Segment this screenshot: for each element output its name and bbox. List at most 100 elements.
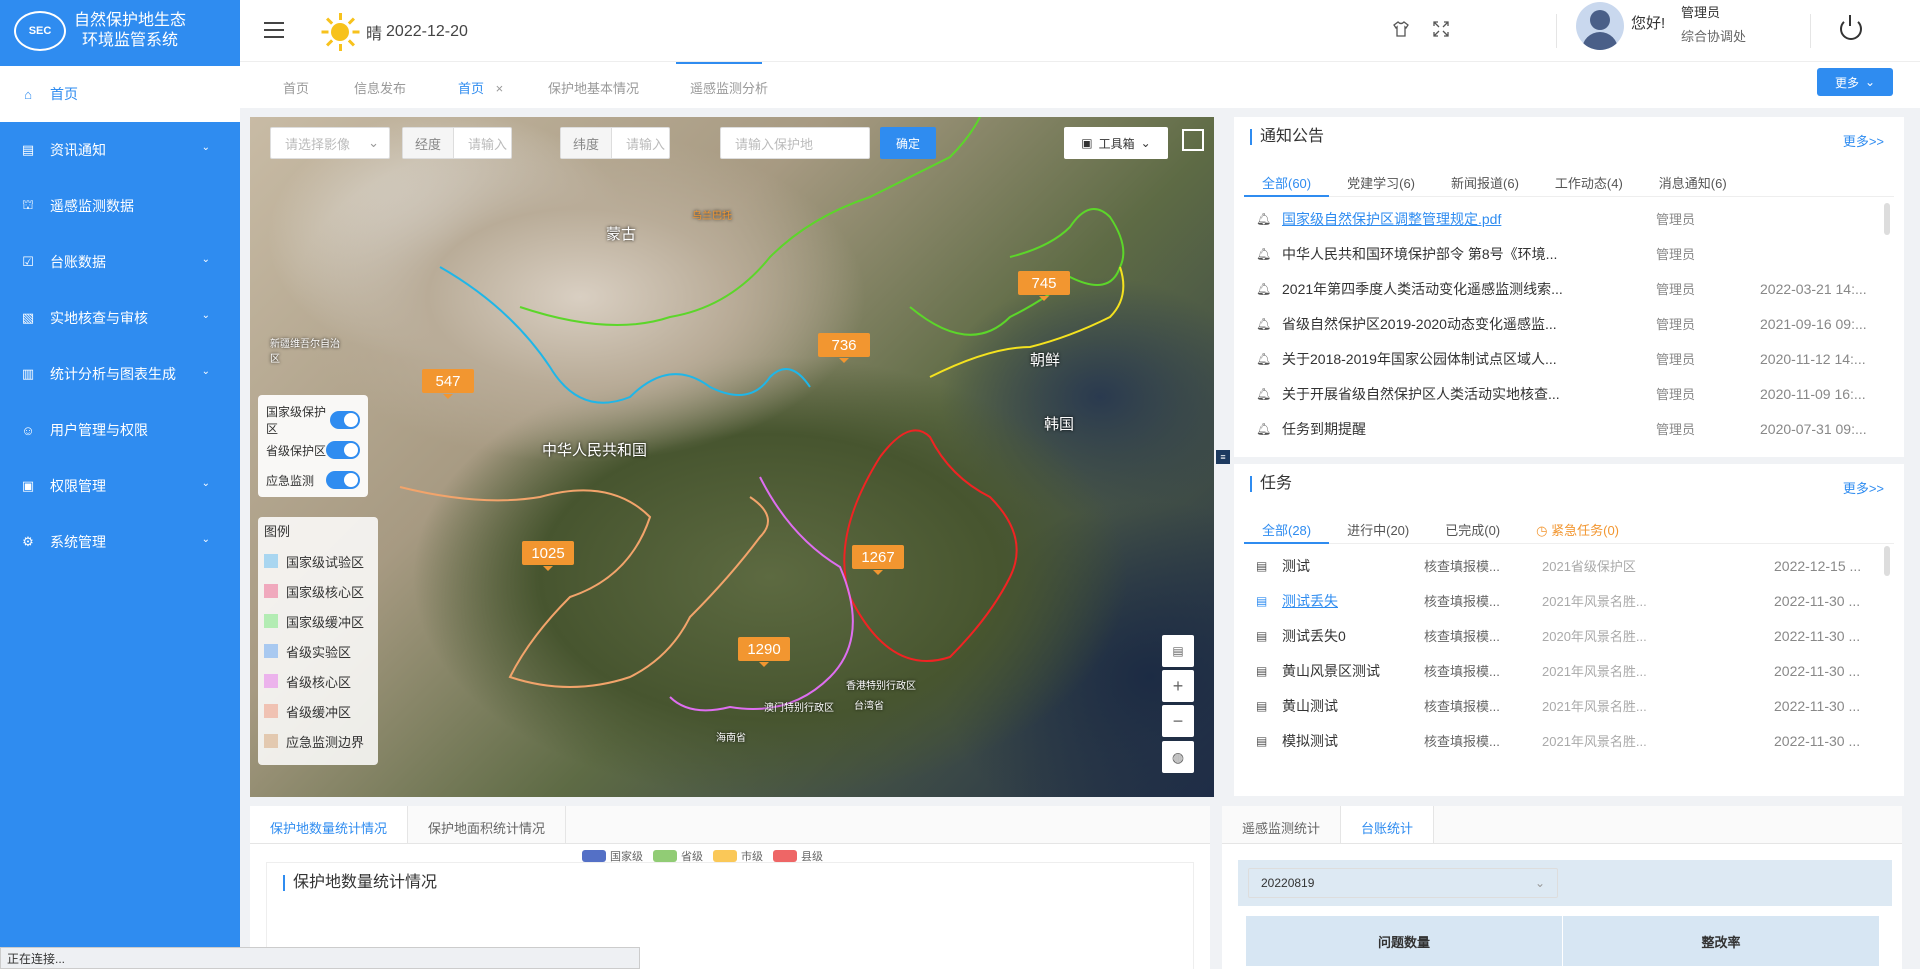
notice-row[interactable]: 🔔︎ 关于开展省级自然保护区人类活动实地核查... 管理员 2020-11-09…: [1244, 376, 1874, 411]
briefcase-icon: ▣: [1081, 136, 1093, 150]
subtab[interactable]: 工作动态(4): [1537, 163, 1641, 196]
sidebar-item[interactable]: ▤ 资讯通知 ⌄: [0, 122, 240, 178]
subtab[interactable]: ◷ 紧急任务(0): [1518, 510, 1637, 543]
task-row[interactable]: ▤ 模拟测试 核查填报模... 2021年风景名胜... 2022-11-30 …: [1244, 723, 1874, 758]
avatar[interactable]: [1576, 2, 1624, 50]
task-panel: 任务 更多>> 全部(28) 进行中(20) 已完成(0) ◷ 紧急任务(0) ▤ 测…: [1234, 464, 1904, 796]
chart-legend-item[interactable]: 县级: [773, 848, 823, 864]
task-more-link[interactable]: 更多>>: [1843, 478, 1884, 497]
chart-legend-item[interactable]: 市级: [713, 848, 763, 864]
notice-title-text[interactable]: 关于开展省级自然保护区人类活动实地核查...: [1282, 384, 1560, 404]
map-view[interactable]: 请选择影像 ⌄ 经度 请输入 纬度 请输入 请输入保护地 确定 ▣ 工具箱 ⌄ 蒙古 乌兰…: [250, 117, 1214, 797]
tab-protected-area-info[interactable]: 保护地基本情况: [548, 78, 639, 97]
toolbox-dropdown[interactable]: ▣ 工具箱 ⌄: [1064, 127, 1168, 159]
subtab[interactable]: 已完成(0): [1427, 510, 1518, 543]
longitude-input[interactable]: 经度 请输入: [402, 127, 512, 159]
notice-row[interactable]: 🔔︎ 任务到期提醒 管理员 2020-07-31 09:...: [1244, 411, 1874, 446]
cluster-marker[interactable]: 1025: [522, 541, 574, 571]
tab-area-size-stats[interactable]: 保护地面积统计情况: [408, 806, 567, 843]
tab-remote-sensing-analysis[interactable]: 遥感监测分析: [690, 78, 768, 97]
skin-icon[interactable]: [1392, 20, 1410, 43]
zoom-in-icon[interactable]: +: [1162, 670, 1194, 702]
map-layers-icon[interactable]: ▤: [1162, 635, 1194, 667]
task-row[interactable]: ▤ 测试 核查填报模... 2021省级保护区 2022-12-15 ...: [1244, 548, 1874, 583]
task-name[interactable]: 测试丢失0: [1282, 626, 1346, 646]
tab-ledger-stats[interactable]: 台账统计: [1341, 806, 1435, 843]
tab-home-active[interactable]: 首页 ×: [458, 78, 503, 97]
image-select[interactable]: 请选择影像 ⌄: [270, 127, 390, 159]
bell-icon: 🔔︎: [1256, 351, 1272, 366]
chart-legend: 国家级 省级 市级 县级: [582, 848, 823, 864]
sidebar-item[interactable]: ▥ 统计分析与图表生成 ⌄: [0, 346, 240, 402]
task-row[interactable]: ▤ 黄山测试 核查填报模... 2021年风景名胜... 2022-11-30 …: [1244, 688, 1874, 723]
subtab[interactable]: 党建学习(6): [1329, 163, 1433, 196]
switch-provincial-reserve[interactable]: [326, 441, 360, 459]
task-row[interactable]: ▤ 测试丢失 核查填报模... 2021年风景名胜... 2022-11-30 …: [1244, 583, 1874, 618]
notice-title-text[interactable]: 省级自然保护区2019-2020动态变化遥感监...: [1282, 314, 1557, 334]
subtab[interactable]: 进行中(20): [1329, 510, 1427, 543]
zoom-out-icon[interactable]: −: [1162, 705, 1194, 737]
protected-area-search-input[interactable]: 请输入保护地: [720, 127, 870, 159]
sun-icon: [320, 12, 360, 52]
notice-title-text[interactable]: 任务到期提醒: [1282, 419, 1366, 439]
more-tabs-button[interactable]: 更多 ⌄: [1817, 68, 1893, 96]
notice-row[interactable]: 🔔︎ 2021年第四季度人类活动变化遥感监测线索... 管理员 2022-03-…: [1244, 271, 1874, 306]
tab-area-count-stats[interactable]: 保护地数量统计情况: [250, 806, 409, 843]
task-name[interactable]: 测试: [1282, 556, 1310, 576]
task-scrollbar[interactable]: [1884, 546, 1890, 576]
subtab[interactable]: 全部(60): [1244, 163, 1330, 197]
notice-title-text[interactable]: 关于2018-2019年国家公园体制试点区域人...: [1282, 349, 1557, 369]
task-name[interactable]: 黄山风景区测试: [1282, 661, 1380, 681]
switch-national-reserve[interactable]: [329, 411, 360, 429]
switch-emergency-monitoring[interactable]: [326, 471, 360, 489]
sidebar-item[interactable]: ☺ 用户管理与权限: [0, 402, 240, 458]
notice-row[interactable]: 🔔︎ 关于2018-2019年国家公园体制试点区域人... 管理员 2020-1…: [1244, 341, 1874, 376]
sidebar-item[interactable]: ⚙ 系统管理 ⌄: [0, 514, 240, 570]
date-select[interactable]: 20220819 ⌄: [1248, 868, 1558, 898]
task-name[interactable]: 黄山测试: [1282, 696, 1338, 716]
latitude-input[interactable]: 纬度 请输入: [560, 127, 670, 159]
cluster-marker[interactable]: 745: [1018, 271, 1070, 301]
notice-title-text[interactable]: 2021年第四季度人类活动变化遥感监测线索...: [1282, 279, 1563, 299]
confirm-button[interactable]: 确定: [880, 127, 936, 159]
cluster-marker[interactable]: 1267: [852, 545, 904, 575]
task-row[interactable]: ▤ 黄山风景区测试 核查填报模... 2021年风景名胜... 2022-11-…: [1244, 653, 1874, 688]
task-name[interactable]: 模拟测试: [1282, 731, 1338, 751]
notice-title-text[interactable]: 国家级自然保护区调整管理规定.pdf: [1282, 209, 1501, 229]
notice-date: 2021-09-16 09:...: [1760, 315, 1867, 332]
tab-info-publish[interactable]: 信息发布: [354, 78, 406, 97]
globe-icon[interactable]: ◍: [1162, 741, 1194, 773]
notice-scrollbar[interactable]: [1884, 203, 1890, 235]
subtab[interactable]: 新闻报道(6): [1433, 163, 1537, 196]
subtab[interactable]: 消息通知(6): [1641, 163, 1745, 196]
task-row[interactable]: ▤ 测试丢失0 核查填报模... 2020年风景名胜... 2022-11-30…: [1244, 618, 1874, 653]
subtab[interactable]: 全部(28): [1244, 510, 1330, 544]
chevron-down-icon: ⌄: [1534, 876, 1545, 890]
sidebar-item[interactable]: ▣ 权限管理 ⌄: [0, 458, 240, 514]
sidebar-item[interactable]: ☑ 台账数据 ⌄: [0, 234, 240, 290]
chevron-down-icon: ⌄: [201, 254, 210, 265]
panel-collapse-handle[interactable]: ≡: [1216, 450, 1230, 464]
chart-legend-item[interactable]: 省级: [653, 848, 703, 864]
logout-power-icon[interactable]: [1840, 15, 1862, 40]
cluster-marker[interactable]: 547: [422, 369, 474, 399]
notice-title-text[interactable]: 中华人民共和国环境保护部令 第8号《环境...: [1282, 244, 1557, 264]
notice-row[interactable]: 🔔︎ 国家级自然保护区调整管理规定.pdf 管理员: [1244, 201, 1874, 236]
notice-more-link[interactable]: 更多>>: [1843, 131, 1884, 150]
sidebar-item[interactable]: ▧ 实地核查与审核 ⌄: [0, 290, 240, 346]
task-name[interactable]: 测试丢失: [1282, 591, 1338, 611]
sidebar-item[interactable]: ⌂ 首页: [0, 66, 240, 122]
tab-close-icon[interactable]: ×: [496, 81, 504, 96]
bell-icon: 🔔︎: [1256, 281, 1272, 296]
sidebar-item[interactable]: ⛫ 遥感监测数据: [0, 178, 240, 234]
fullscreen-icon[interactable]: [1432, 20, 1450, 43]
map-fullscreen-icon[interactable]: [1182, 129, 1204, 151]
menu-toggle-icon[interactable]: [264, 22, 284, 38]
cluster-marker[interactable]: 736: [818, 333, 870, 363]
notice-row[interactable]: 🔔︎ 省级自然保护区2019-2020动态变化遥感监... 管理员 2021-0…: [1244, 306, 1874, 341]
notice-row[interactable]: 🔔︎ 中华人民共和国环境保护部令 第8号《环境... 管理员: [1244, 236, 1874, 271]
tab-home[interactable]: 首页: [283, 78, 309, 97]
cluster-marker[interactable]: 1290: [738, 637, 790, 667]
tab-remote-sensing-stats[interactable]: 遥感监测统计: [1222, 806, 1342, 843]
chart-legend-item[interactable]: 国家级: [582, 848, 643, 864]
